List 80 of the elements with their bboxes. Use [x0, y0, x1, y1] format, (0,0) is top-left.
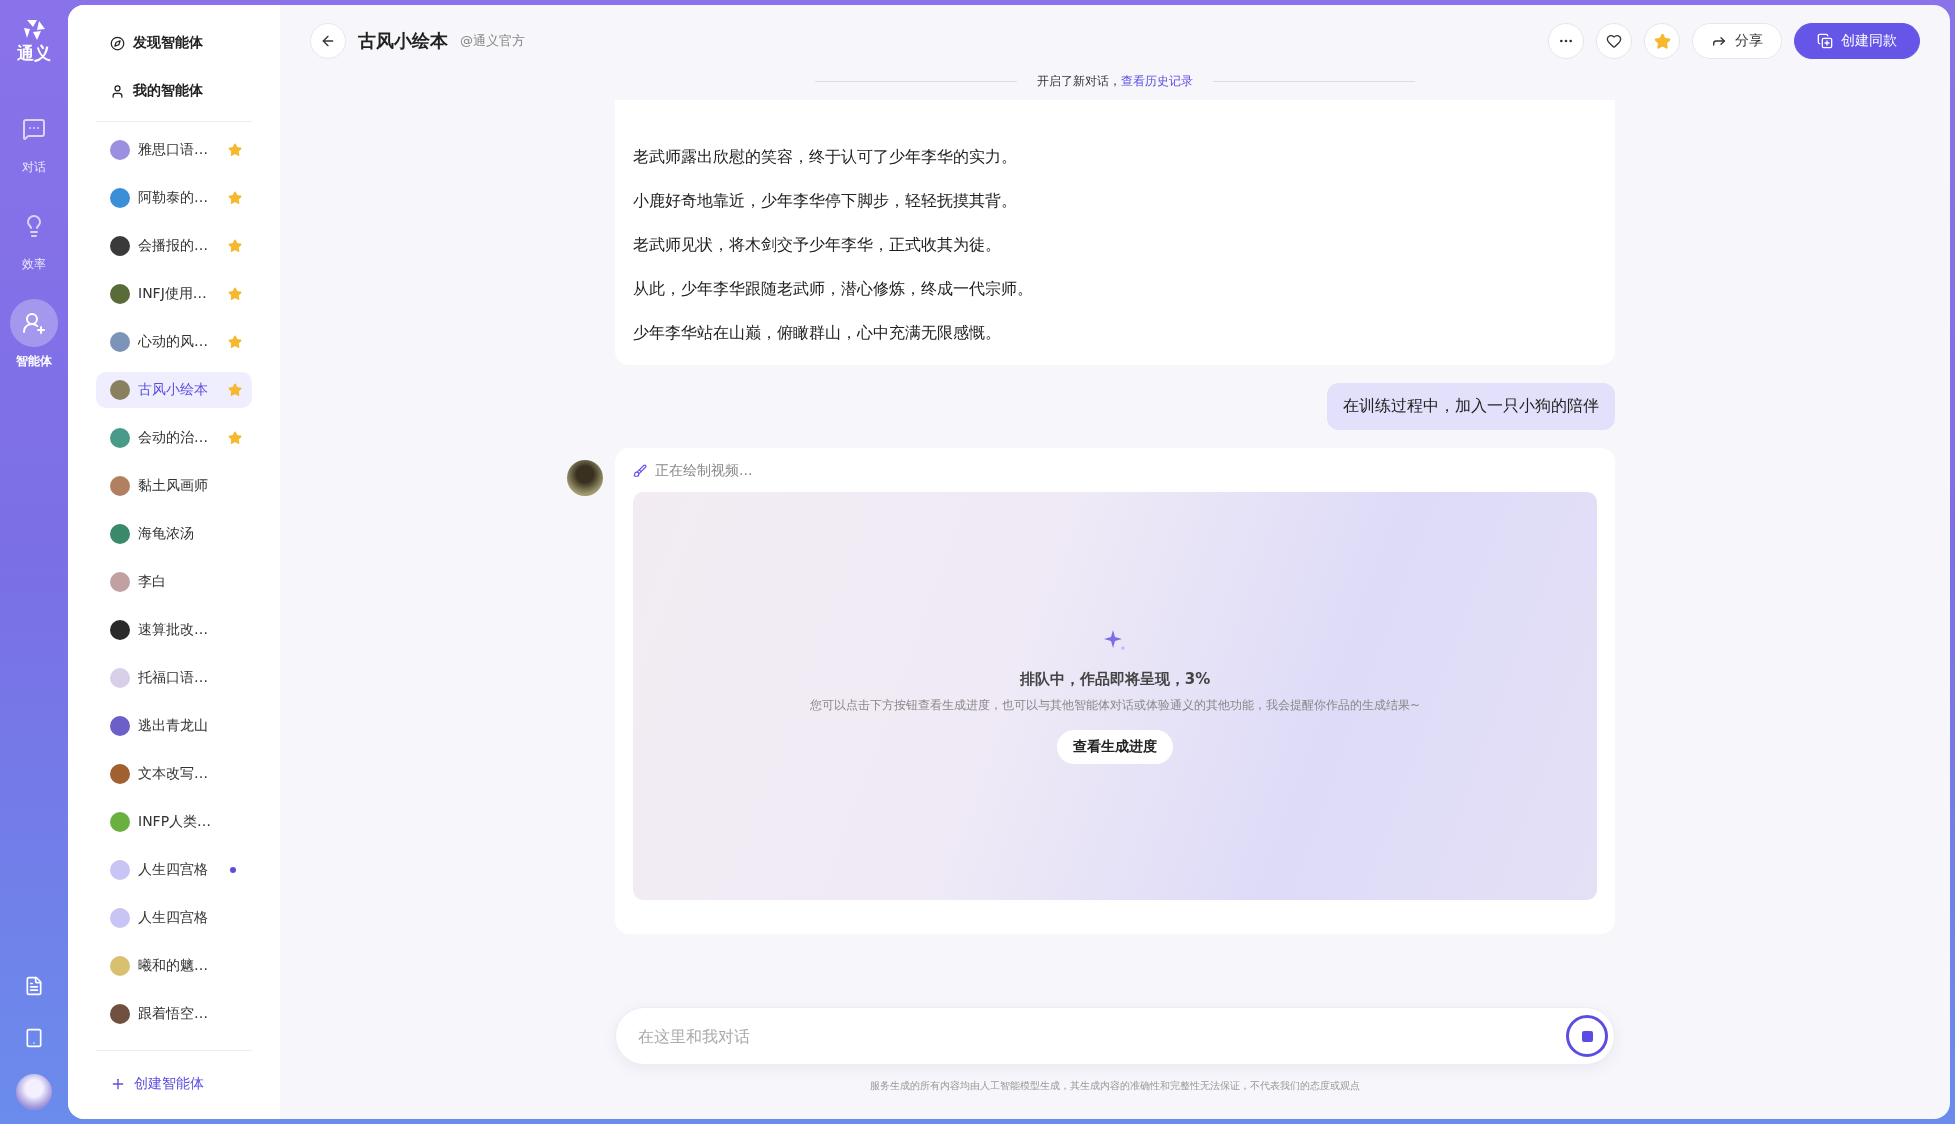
agent-name: 逃出青龙山: [138, 717, 209, 735]
copy-plus-icon: [1817, 33, 1833, 49]
logo-icon: [21, 18, 47, 42]
tablet-icon: [24, 1028, 44, 1048]
user-message: 在训练过程中，加入一只小狗的陪伴: [1327, 383, 1615, 430]
bot-avatar: [567, 460, 603, 496]
agent-name: 会播报的…: [138, 237, 209, 255]
user-icon: [110, 83, 125, 99]
agent-item[interactable]: 人生四宫格: [96, 852, 252, 888]
agent-title: 古风小绘本: [358, 29, 448, 53]
message-paragraph: 小鹿好奇地靠近，少年李华停下脚步，轻轻抚摸其背。: [633, 190, 1018, 212]
agent-name: 古风小绘本: [138, 381, 209, 399]
agent-item[interactable]: 古风小绘本: [96, 372, 252, 408]
chat-input-field[interactable]: 在这里和我对话: [615, 1007, 1615, 1065]
text-input[interactable]: 在这里和我对话: [636, 1025, 1566, 1047]
status-text: 正在绘制视频...: [655, 462, 753, 480]
message-paragraph: 老武师露出欣慰的笑容，终于认可了少年李华的实力。: [633, 146, 1018, 168]
author-label: @通义官方: [460, 32, 525, 50]
person-plus-icon: [22, 311, 46, 335]
logo-text: 通义: [17, 42, 51, 65]
sidebar-link[interactable]: 发现智能体: [96, 19, 252, 67]
agent-name: 心动的风…: [138, 333, 209, 351]
agent-name: 跟着悟空…: [138, 1005, 209, 1023]
star-icon: [1653, 32, 1671, 50]
agent-item[interactable]: 文本改写…: [96, 756, 252, 792]
user-avatar[interactable]: [16, 1074, 52, 1110]
chat-icon: [22, 117, 46, 141]
progress-button[interactable]: 查看生成进度: [1057, 730, 1173, 764]
agent-item[interactable]: 雅思口语…: [96, 132, 252, 168]
agent-name: 托福口语…: [138, 669, 209, 687]
agent-item[interactable]: INFJ使用…: [96, 276, 252, 312]
agent-item[interactable]: 李白: [96, 564, 252, 600]
agent-item[interactable]: 会播报的…: [96, 228, 252, 264]
back-arrow-icon: [320, 33, 336, 49]
stop-button[interactable]: [1566, 1015, 1608, 1057]
agent-name: 雅思口语…: [138, 141, 209, 159]
agent-name: 李白: [138, 573, 167, 591]
message-paragraph: 从此，少年李华跟随老武师，潜心修炼，终成一代宗师。: [633, 278, 1034, 300]
brush-icon: [633, 464, 647, 478]
agent-name: 人生四宫格: [138, 909, 209, 927]
history-link[interactable]: 查看历史记录: [1121, 73, 1193, 90]
agent-item[interactable]: 人生四宫格: [96, 900, 252, 936]
heart-icon: [1606, 33, 1622, 49]
favorite-button[interactable]: [1644, 23, 1680, 59]
message-paragraph: 少年李华站在山巅，俯瞰群山，心中充满无限感慨。: [633, 322, 1002, 344]
disclaimer-text: 服务生成的所有内容均由人工智能模型生成，其生成内容的准确性和完整性无法保证，不代表我们的态度或观点: [870, 1079, 1360, 1093]
agent-name: 阿勒泰的…: [138, 189, 209, 207]
plus-icon: [110, 1076, 126, 1092]
compass-icon: [110, 35, 125, 51]
queue-description: 您可以点击下方按钮查看生成进度，也可以与其他智能体对话或体验通义的其他功能，我会提醒你作品的生成结果~: [809, 697, 1421, 714]
sidebar-link[interactable]: 我的智能体: [96, 67, 252, 115]
agent-name: INFP人类…: [138, 813, 213, 831]
like-button[interactable]: [1596, 23, 1632, 59]
agent-name: INFJ使用…: [138, 285, 208, 303]
agent-item[interactable]: 心动的风…: [96, 324, 252, 360]
agent-name: 黏土风画师: [138, 477, 209, 495]
agent-name: 海龟浓汤: [138, 525, 195, 543]
agent-item[interactable]: INFP人类…: [96, 804, 252, 840]
agent-item[interactable]: 逃出青龙山: [96, 708, 252, 744]
agent-item[interactable]: 跟着悟空…: [96, 996, 252, 1032]
agent-name: 曦和的魑…: [138, 957, 209, 975]
share-button[interactable]: 分享: [1692, 23, 1782, 59]
agent-name: 人生四宫格: [138, 861, 209, 879]
back-button[interactable]: [310, 23, 346, 59]
notice-text: 开启了新对话，: [1037, 73, 1121, 90]
document-icon: [24, 976, 44, 996]
agent-item[interactable]: 速算批改…: [96, 612, 252, 648]
message-paragraph: 老武师见状，将木剑交予少年李华，正式收其为徒。: [633, 234, 1002, 256]
agent-name: 文本改写…: [138, 765, 209, 783]
create-agent-button[interactable]: 创建智能体: [96, 1061, 252, 1107]
agent-item[interactable]: 会动的治…: [96, 420, 252, 456]
agent-item[interactable]: 托福口语…: [96, 660, 252, 696]
create-same-button[interactable]: 创建同款: [1794, 23, 1920, 59]
agent-name: 会动的治…: [138, 429, 209, 447]
agent-name: 速算批改…: [138, 621, 209, 639]
agent-item[interactable]: 阿勒泰的…: [96, 180, 252, 216]
agent-item[interactable]: 海龟浓汤: [96, 516, 252, 552]
queue-title: 排队中，作品即将呈现，3%: [1019, 670, 1211, 689]
agent-item[interactable]: 曦和的魑…: [96, 948, 252, 984]
agent-item[interactable]: 黏土风画师: [96, 468, 252, 504]
